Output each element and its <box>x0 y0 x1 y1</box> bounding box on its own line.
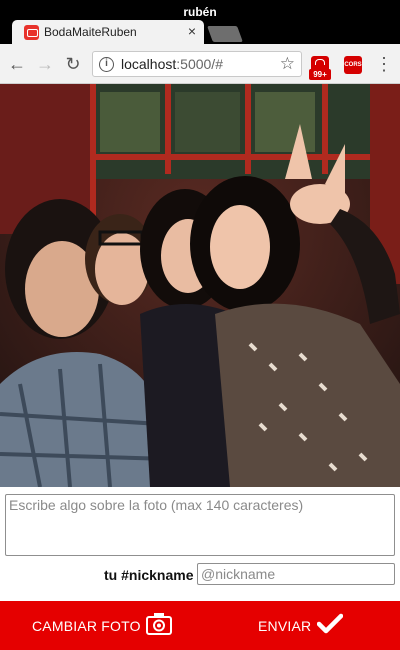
nickname-input[interactable] <box>197 563 395 585</box>
cors-extension-icon[interactable]: CORS <box>344 56 362 74</box>
favicon-icon <box>24 25 39 40</box>
url-rest: :5000/# <box>176 56 223 72</box>
photo-preview <box>0 84 400 487</box>
tab-title: BodaMaiteRuben <box>44 25 137 39</box>
camera-icon <box>145 612 173 639</box>
reload-icon[interactable]: ↻ <box>62 53 84 75</box>
send-button[interactable]: ENVIAR <box>258 601 344 650</box>
nickname-label: tu #nickname <box>104 567 194 583</box>
tab-close-icon[interactable]: × <box>188 23 196 39</box>
browser-toolbar: ← → ↻ i localhost:5000/# ☆ 99+ CORS ⋮ <box>0 44 400 84</box>
change-photo-label: CAMBIAR FOTO <box>32 617 141 634</box>
star-icon[interactable]: ☆ <box>280 54 295 74</box>
change-photo-button[interactable]: CAMBIAR FOTO <box>32 601 173 650</box>
menu-icon[interactable]: ⋮ <box>374 53 394 75</box>
back-arrow-icon[interactable]: ← <box>6 53 28 75</box>
address-bar[interactable]: i localhost:5000/# ☆ <box>92 51 302 77</box>
new-tab-button[interactable] <box>207 26 243 42</box>
forward-arrow-icon[interactable]: → <box>34 53 56 75</box>
check-icon <box>317 613 344 638</box>
info-icon[interactable]: i <box>99 57 114 72</box>
photo-image <box>0 84 400 487</box>
url-text[interactable]: localhost:5000/# <box>121 56 223 72</box>
profile-name[interactable]: rubén <box>0 5 400 19</box>
browser-tab[interactable]: BodaMaiteRuben × <box>12 20 204 44</box>
window-titlebar: rubén BodaMaiteRuben × <box>0 0 400 44</box>
caption-textarea[interactable] <box>5 494 395 556</box>
action-bar: CAMBIAR FOTO ENVIAR <box>0 601 400 650</box>
url-host: localhost <box>121 56 177 72</box>
extension-badge: 99+ <box>309 69 331 80</box>
send-label: ENVIAR <box>258 617 312 634</box>
